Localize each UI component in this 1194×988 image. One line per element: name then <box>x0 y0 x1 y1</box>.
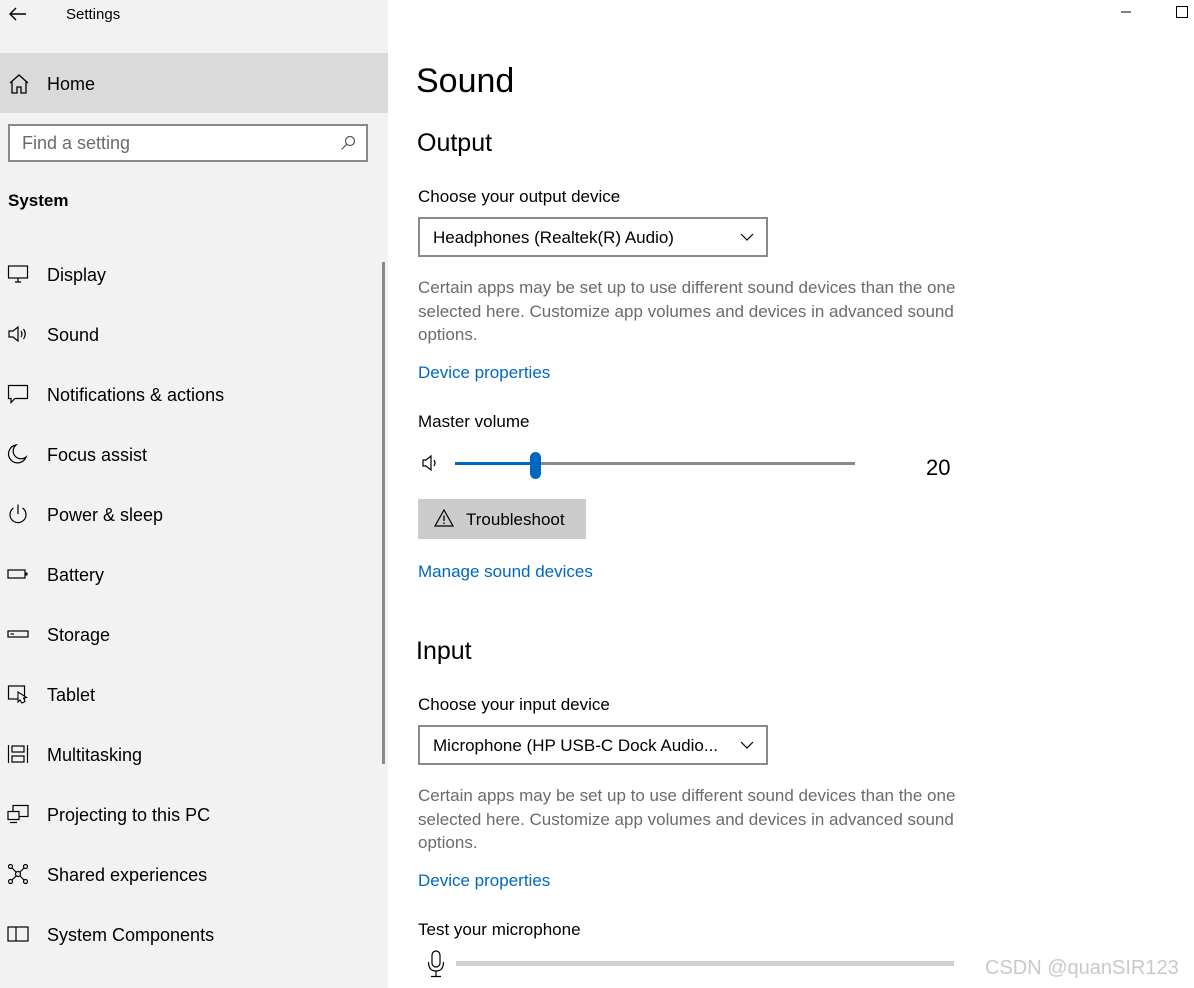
sidebar-item-label: System Components <box>47 925 215 945</box>
manage-sound-devices-link[interactable]: Manage sound devices <box>418 562 593 582</box>
sidebar-item-label: Focus assist <box>47 445 148 465</box>
sidebar-scrollbar[interactable] <box>382 262 385 764</box>
minimize-button[interactable] <box>1118 4 1134 20</box>
sidebar-item-label: Notifications & actions <box>47 385 225 405</box>
search-input[interactable] <box>22 132 322 154</box>
sidebar-item-label: Sound <box>47 325 100 345</box>
output-device-properties-link[interactable]: Device properties <box>418 363 550 383</box>
sidebar-item-label: Power & sleep <box>47 505 164 525</box>
sidebar-item-display[interactable]: Display <box>0 245 380 305</box>
output-heading: Output <box>417 129 493 157</box>
projecting-icon <box>7 804 29 824</box>
notifications-icon <box>7 384 29 404</box>
shared-icon <box>7 863 29 885</box>
multitasking-icon <box>7 745 29 763</box>
troubleshoot-label: Troubleshoot <box>466 510 565 529</box>
output-device-value: Headphones (Realtek(R) Audio) <box>433 228 674 247</box>
tablet-icon <box>7 685 28 704</box>
sidebar-item-shared-experiences[interactable]: Shared experiences <box>0 845 380 905</box>
microphone-level-bar <box>456 961 954 966</box>
sidebar-item-sound[interactable]: Sound <box>0 305 380 365</box>
master-volume-label: Master volume <box>418 412 530 431</box>
speaker-icon <box>8 325 26 343</box>
sidebar-item-power-sleep[interactable]: Power & sleep <box>0 485 380 545</box>
back-arrow-icon <box>9 7 26 21</box>
output-description: Certain apps may be set up to use differ… <box>418 278 956 344</box>
app-title: Settings <box>66 6 121 23</box>
sidebar: Settings Home System Display Sound Notif… <box>0 0 388 988</box>
sidebar-item-label: Shared experiences <box>47 865 208 885</box>
monitor-icon <box>7 265 29 283</box>
sidebar-item-tablet[interactable]: Tablet <box>0 665 380 725</box>
input-device-properties-link[interactable]: Device properties <box>418 871 550 891</box>
chevron-down-icon <box>740 741 754 749</box>
chevron-down-icon <box>740 233 754 241</box>
slider-fill <box>455 462 535 465</box>
input-device-value: Microphone (HP USB-C Dock Audio... <box>433 736 719 755</box>
input-description: Certain apps may be set up to use differ… <box>418 786 956 852</box>
input-device-dropdown[interactable]: Microphone (HP USB-C Dock Audio... <box>418 725 768 765</box>
power-icon <box>9 504 27 524</box>
storage-icon <box>7 630 29 638</box>
sidebar-item-label: Multitasking <box>47 745 143 765</box>
output-device-label: Choose your output device <box>418 187 621 206</box>
sidebar-item-label: Battery <box>47 565 105 585</box>
watermark: CSDN @quanSIR123 <box>985 957 1179 979</box>
sidebar-item-label: Display <box>47 265 107 285</box>
sidebar-item-home[interactable]: Home <box>0 53 388 113</box>
sidebar-item-notifications[interactable]: Notifications & actions <box>0 365 380 425</box>
sidebar-item-system-components[interactable]: System Components <box>0 905 380 965</box>
back-button[interactable] <box>6 2 30 26</box>
sidebar-item-battery[interactable]: Battery <box>0 545 380 605</box>
warning-icon <box>434 509 454 527</box>
search-icon[interactable] <box>340 135 356 151</box>
master-volume-value: 20 <box>926 455 951 480</box>
master-volume-slider[interactable] <box>455 452 855 479</box>
sidebar-item-label: Storage <box>47 625 111 645</box>
page-title: Sound <box>416 62 515 100</box>
title-bar: Settings <box>0 0 388 30</box>
slider-thumb[interactable] <box>530 452 541 479</box>
components-icon <box>7 926 29 942</box>
input-heading: Input <box>416 637 472 665</box>
sidebar-item-label: Tablet <box>47 685 96 705</box>
home-icon <box>9 74 29 94</box>
moon-icon <box>8 444 28 464</box>
sidebar-item-multitasking[interactable]: Multitasking <box>0 725 380 785</box>
test-microphone-label: Test your microphone <box>418 920 581 939</box>
maximize-button[interactable] <box>1174 4 1190 20</box>
sidebar-item-focus-assist[interactable]: Focus assist <box>0 425 380 485</box>
troubleshoot-button[interactable]: Troubleshoot <box>418 499 586 539</box>
sidebar-item-storage[interactable]: Storage <box>0 605 380 665</box>
section-heading-system: System <box>8 191 69 210</box>
output-device-dropdown[interactable]: Headphones (Realtek(R) Audio) <box>418 217 768 257</box>
sidebar-item-label: Projecting to this PC <box>47 805 211 825</box>
sidebar-item-label: Home <box>47 74 96 94</box>
sidebar-item-projecting[interactable]: Projecting to this PC <box>0 785 380 845</box>
input-device-label: Choose your input device <box>418 695 610 714</box>
volume-icon[interactable] <box>421 453 441 473</box>
microphone-icon <box>427 950 445 978</box>
battery-icon <box>7 569 28 579</box>
search-box[interactable] <box>8 124 368 162</box>
